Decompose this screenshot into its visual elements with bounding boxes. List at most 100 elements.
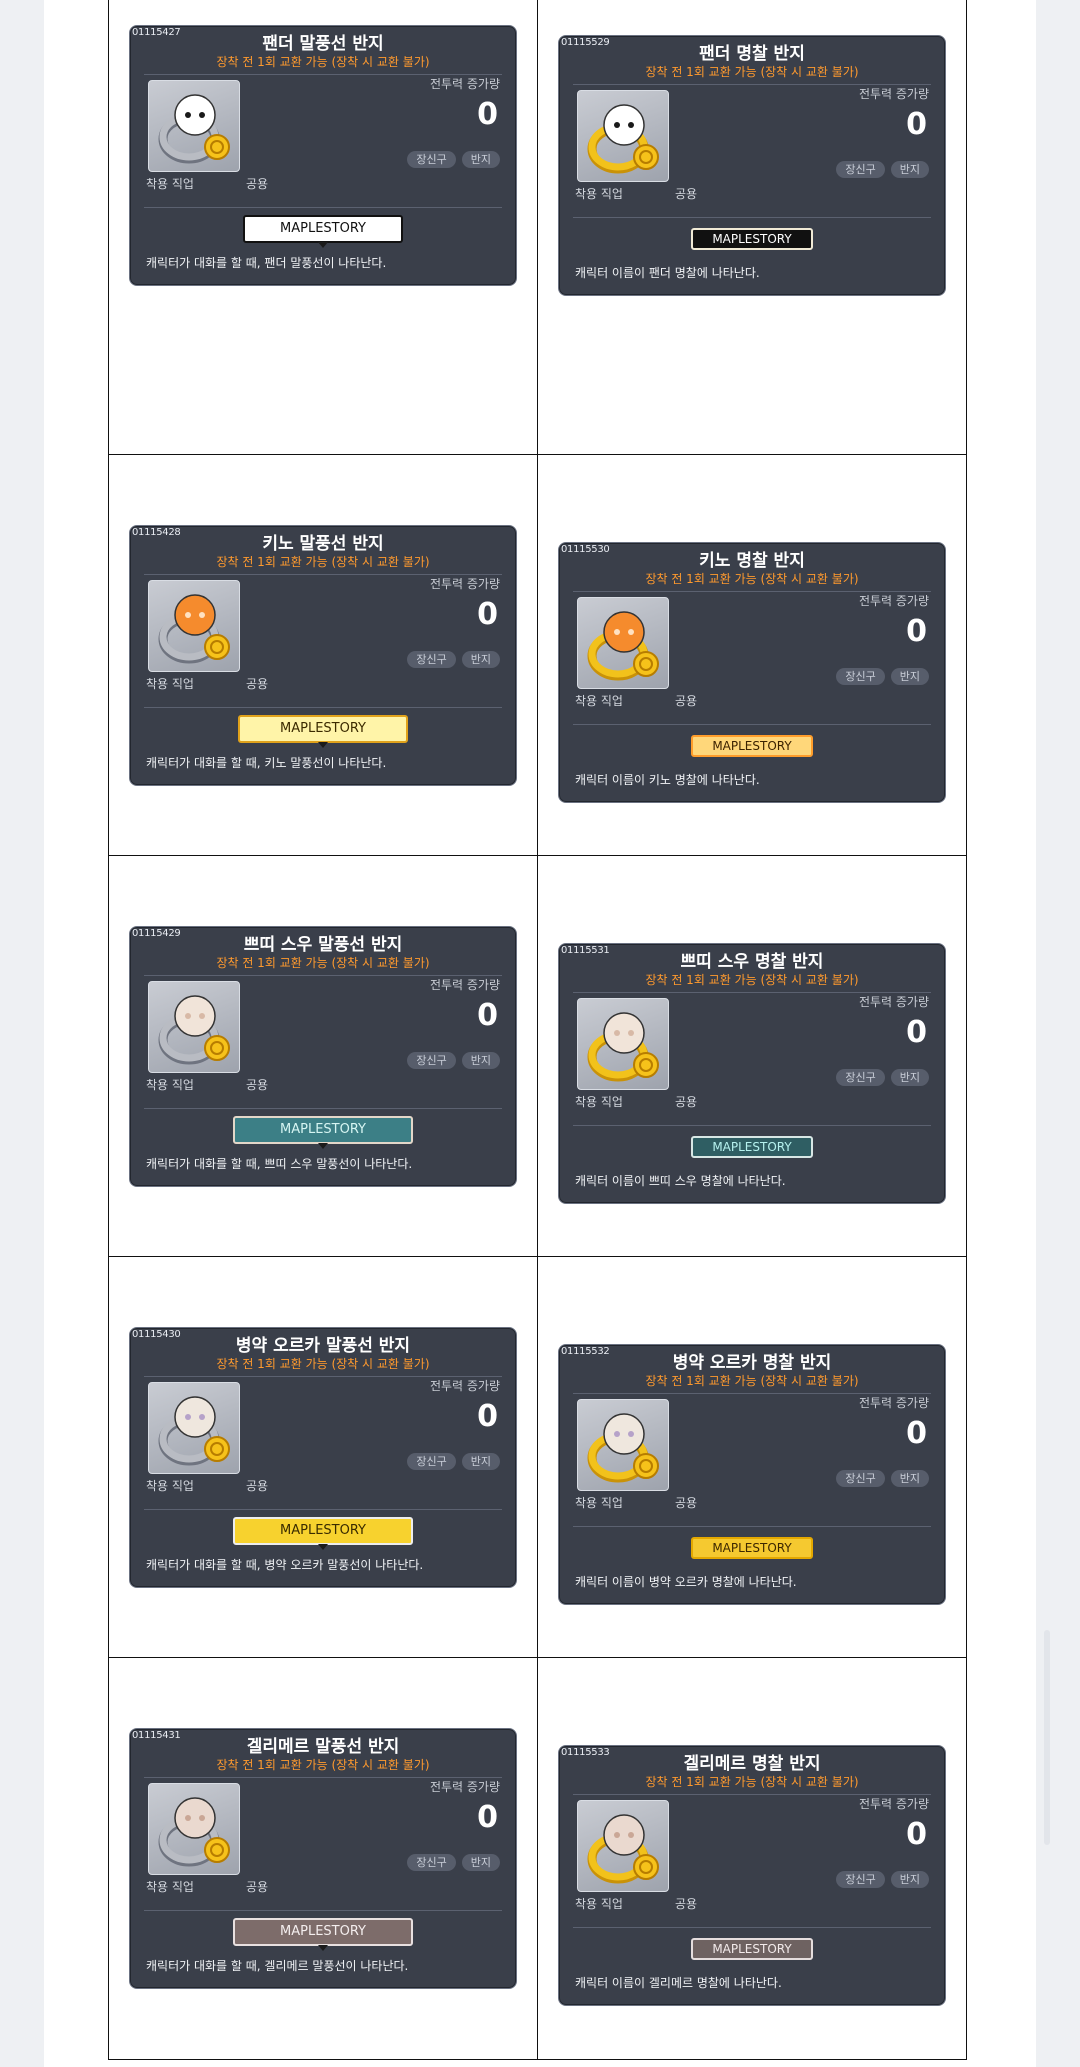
- combat-power-value: 0: [906, 1015, 927, 1050]
- item-tooltip-card[interactable]: 01115428 키노 말풍선 반지 장착 전 1회 교환 가능 (장착 시 교…: [129, 525, 517, 786]
- speech-bubble-cell: 01115431 겔리메르 말풍선 반지 장착 전 1회 교환 가능 (장착 시…: [108, 1657, 538, 2060]
- name-tag-cell: 01115530 키노 명찰 반지 장착 전 1회 교환 가능 (장착 시 교환…: [537, 454, 967, 856]
- job-value: 공용: [675, 1897, 698, 1911]
- combat-power-value: 0: [906, 1817, 927, 1852]
- item-title: 키노 명찰 반지: [699, 551, 805, 571]
- job-value: 공용: [246, 1078, 269, 1092]
- combat-power-label: 전투력 증가량: [429, 77, 500, 91]
- type-tag: 반지: [890, 1871, 929, 1888]
- combat-power-label: 전투력 증가량: [429, 1379, 500, 1393]
- name-tag-ring-icon: [587, 611, 659, 681]
- item-tooltip-card[interactable]: 01115531 쁘띠 스우 명찰 반지 장착 전 1회 교환 가능 (장착 시…: [558, 943, 946, 1204]
- category-tag: 장신구: [836, 1470, 885, 1487]
- item-id: 01115429: [132, 928, 181, 939]
- item-tooltip-card[interactable]: 01115533 겔리메르 명찰 반지 장착 전 1회 교환 가능 (장착 시 …: [558, 1745, 946, 2006]
- job-label: 착용 직업: [575, 1095, 623, 1109]
- item-tooltip-card[interactable]: 01115431 겔리메르 말풍선 반지 장착 전 1회 교환 가능 (장착 시…: [129, 1728, 517, 1989]
- name-tag-ring-icon: [587, 1413, 659, 1483]
- job-value: 공용: [675, 1496, 698, 1510]
- job-label: 착용 직업: [146, 1479, 194, 1493]
- item-title: 겔리메르 명찰 반지: [683, 1754, 821, 1774]
- speech-bubble-preview: MAPLESTORY: [238, 715, 408, 748]
- table-row: 01115430 병약 오르카 말풍선 반지 장착 전 1회 교환 가능 (장착…: [108, 1256, 967, 1658]
- scrollbar-track[interactable]: [1036, 0, 1080, 2067]
- item-image: [148, 1783, 240, 1875]
- category-tag: 장신구: [407, 1052, 456, 1069]
- item-title: 팬더 명찰 반지: [699, 44, 805, 64]
- trade-restriction-text: 장착 전 1회 교환 가능 (장착 시 교환 불가): [645, 973, 859, 987]
- combat-power-label: 전투력 증가량: [858, 594, 929, 608]
- combat-power-label: 전투력 증가량: [429, 1780, 500, 1794]
- item-tooltip-card[interactable]: 01115532 병약 오르카 명찰 반지 장착 전 1회 교환 가능 (장착 …: [558, 1344, 946, 1605]
- type-tag: 반지: [890, 1470, 929, 1487]
- name-tag-cell: 01115529 팬더 명찰 반지 장착 전 1회 교환 가능 (장착 시 교환…: [537, 0, 967, 455]
- scrollbar-thumb[interactable]: [1044, 1630, 1050, 1845]
- speech-bubble-preview: MAPLESTORY: [233, 1517, 413, 1550]
- item-image: [148, 80, 240, 172]
- name-tag-preview: MAPLESTORY: [691, 1938, 813, 1960]
- name-tag-preview: MAPLESTORY: [691, 1136, 813, 1158]
- category-tag: 장신구: [836, 1871, 885, 1888]
- type-tag: 반지: [461, 651, 500, 668]
- combat-power-value: 0: [906, 614, 927, 649]
- category-tag: 장신구: [407, 651, 456, 668]
- combat-power-value: 0: [477, 1800, 498, 1835]
- speech-bubble-ring-icon: [158, 1396, 230, 1466]
- job-value: 공용: [675, 694, 698, 708]
- job-label: 착용 직업: [575, 694, 623, 708]
- name-tag-cell: 01115533 겔리메르 명찰 반지 장착 전 1회 교환 가능 (장착 시 …: [537, 1657, 967, 2060]
- item-description: 캐릭터 이름이 겔리메르 명찰에 나타난다.: [575, 1976, 782, 1990]
- job-value: 공용: [675, 1095, 698, 1109]
- speech-bubble-cell: 01115430 병약 오르카 말풍선 반지 장착 전 1회 교환 가능 (장착…: [108, 1256, 538, 1658]
- combat-power-value: 0: [906, 1416, 927, 1451]
- item-id: 01115428: [132, 527, 181, 538]
- type-tag: 반지: [890, 161, 929, 178]
- item-id: 01115531: [561, 945, 610, 956]
- trade-restriction-text: 장착 전 1회 교환 가능 (장착 시 교환 불가): [645, 1374, 859, 1388]
- item-tooltip-card[interactable]: 01115427 팬더 말풍선 반지 장착 전 1회 교환 가능 (장착 시 교…: [129, 25, 517, 286]
- item-id: 01115431: [132, 1730, 181, 1741]
- name-tag-cell: 01115531 쁘띠 스우 명찰 반지 장착 전 1회 교환 가능 (장착 시…: [537, 855, 967, 1257]
- combat-power-value: 0: [477, 998, 498, 1033]
- combat-power-label: 전투력 증가량: [858, 1797, 929, 1811]
- job-label: 착용 직업: [146, 1880, 194, 1894]
- speech-bubble-preview: MAPLESTORY: [233, 1918, 413, 1951]
- category-tag: 장신구: [836, 1069, 885, 1086]
- item-image: [577, 998, 669, 1090]
- item-id: 01115430: [132, 1329, 181, 1340]
- item-tooltip-card[interactable]: 01115429 쁘띠 스우 말풍선 반지 장착 전 1회 교환 가능 (장착 …: [129, 926, 517, 1187]
- job-label: 착용 직업: [575, 1897, 623, 1911]
- item-id: 01115532: [561, 1346, 610, 1357]
- job-label: 착용 직업: [146, 177, 194, 191]
- job-value: 공용: [246, 177, 269, 191]
- speech-bubble-preview: MAPLESTORY: [233, 1116, 413, 1149]
- speech-bubble-preview: MAPLESTORY: [243, 215, 403, 248]
- item-id: 01115529: [561, 37, 610, 48]
- table-row: 01115427 팬더 말풍선 반지 장착 전 1회 교환 가능 (장착 시 교…: [108, 0, 967, 455]
- combat-power-label: 전투력 증가량: [429, 978, 500, 992]
- item-id: 01115427: [132, 27, 181, 38]
- item-description: 캐릭터 이름이 병약 오르카 명찰에 나타난다.: [575, 1575, 797, 1589]
- type-tag: 반지: [461, 1052, 500, 1069]
- combat-power-value: 0: [477, 97, 498, 132]
- item-image: [577, 1800, 669, 1892]
- item-description: 캐릭터가 대화를 할 때, 키노 말풍선이 나타난다.: [146, 756, 387, 770]
- job-label: 착용 직업: [146, 1078, 194, 1092]
- item-title: 쁘띠 스우 명찰 반지: [680, 952, 824, 972]
- item-tooltip-card[interactable]: 01115529 팬더 명찰 반지 장착 전 1회 교환 가능 (장착 시 교환…: [558, 35, 946, 296]
- category-tag: 장신구: [836, 161, 885, 178]
- trade-restriction-text: 장착 전 1회 교환 가능 (장착 시 교환 불가): [216, 1758, 430, 1772]
- item-tooltip-card[interactable]: 01115530 키노 명찰 반지 장착 전 1회 교환 가능 (장착 시 교환…: [558, 542, 946, 803]
- combat-power-value: 0: [477, 597, 498, 632]
- name-tag-ring-icon: [587, 1814, 659, 1884]
- type-tag: 반지: [461, 151, 500, 168]
- item-id: 01115533: [561, 1747, 610, 1758]
- item-tooltip-card[interactable]: 01115430 병약 오르카 말풍선 반지 장착 전 1회 교환 가능 (장착…: [129, 1327, 517, 1588]
- category-tag: 장신구: [407, 151, 456, 168]
- trade-restriction-text: 장착 전 1회 교환 가능 (장착 시 교환 불가): [645, 572, 859, 586]
- type-tag: 반지: [461, 1453, 500, 1470]
- trade-restriction-text: 장착 전 1회 교환 가능 (장착 시 교환 불가): [216, 55, 430, 69]
- speech-bubble-ring-icon: [158, 1797, 230, 1867]
- item-description: 캐릭터 이름이 쁘띠 스우 명찰에 나타난다.: [575, 1174, 786, 1188]
- name-tag-cell: 01115532 병약 오르카 명찰 반지 장착 전 1회 교환 가능 (장착 …: [537, 1256, 967, 1658]
